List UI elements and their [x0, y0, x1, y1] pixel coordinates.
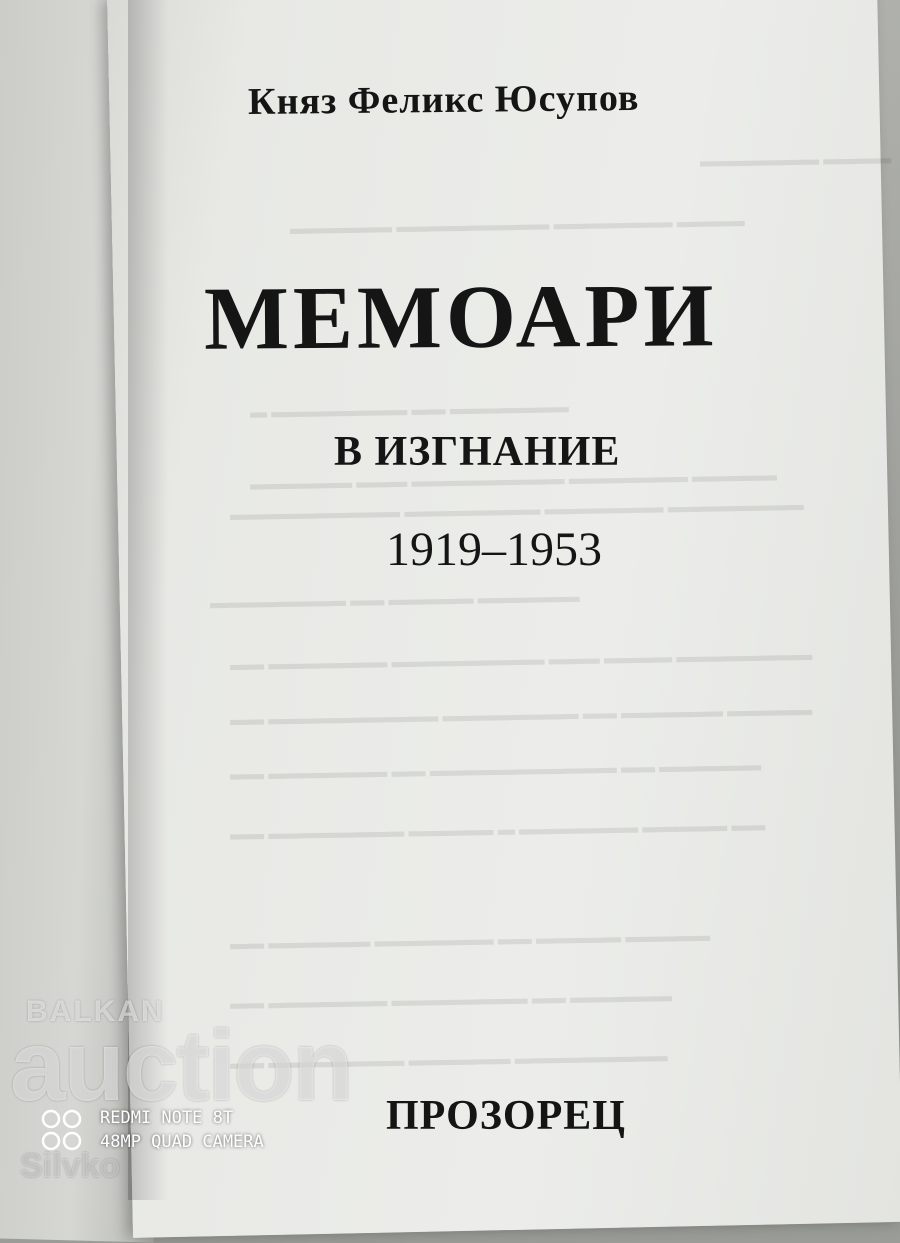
book-title: МЕМОАРИ	[203, 266, 718, 369]
watermark-brand-main: auction	[10, 1010, 354, 1122]
camera-spec: 48MP QUAD CAMERA	[100, 1132, 264, 1152]
book-years: 1919–1953	[386, 523, 602, 576]
quad-camera-icon	[41, 1109, 82, 1151]
watermark-brand-sub: Silvko	[20, 1147, 121, 1185]
camera-model: REDMI NOTE 8T	[100, 1108, 234, 1128]
book-author: Княз Феликс Юсупов	[247, 76, 640, 124]
book-publisher: ПРОЗОРЕЦ	[386, 1093, 626, 1139]
book-subtitle: В ИЗГНАНИЕ	[334, 429, 621, 475]
